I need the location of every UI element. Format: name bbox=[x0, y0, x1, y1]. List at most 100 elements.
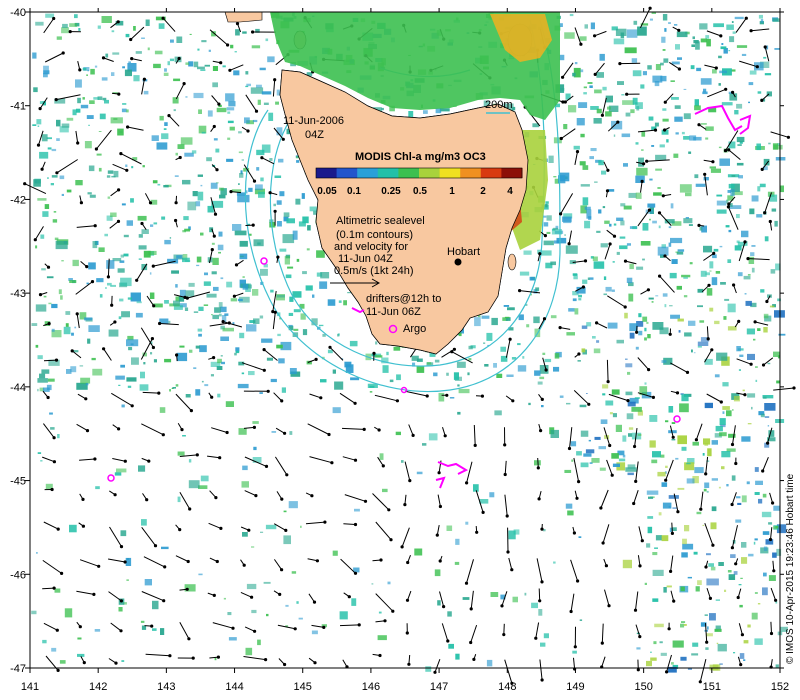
chlorophyll-patch bbox=[661, 482, 668, 487]
velocity-arrow-head bbox=[180, 428, 184, 432]
chlorophyll-patch bbox=[395, 431, 401, 436]
velocity-arrow-head bbox=[577, 352, 581, 356]
chlorophyll-patch bbox=[293, 309, 301, 313]
velocity-arrow-head bbox=[313, 661, 317, 665]
chlorophyll-patch bbox=[253, 318, 260, 324]
chlorophyll-patch bbox=[626, 413, 634, 420]
chlorophyll-patch bbox=[568, 308, 575, 312]
chlorophyll-patch bbox=[749, 208, 755, 215]
chlorophyll-patch bbox=[722, 406, 730, 410]
velocity-arrow-head bbox=[33, 238, 37, 242]
chlorophyll-patch bbox=[118, 316, 122, 320]
chlorophyll-patch bbox=[573, 273, 578, 280]
chlorophyll-patch bbox=[754, 638, 763, 645]
velocity-arrow-head bbox=[280, 568, 284, 572]
chlorophyll-patch bbox=[558, 172, 570, 182]
chlorophyll-patch bbox=[311, 630, 318, 635]
chlorophyll-patch bbox=[169, 389, 171, 392]
chlorophyll-patch bbox=[296, 258, 300, 262]
chlorophyll-patch bbox=[187, 201, 197, 211]
chlorophyll-patch bbox=[120, 277, 132, 287]
velocity-arrow-head bbox=[94, 147, 98, 151]
chlorophyll-patch bbox=[37, 198, 47, 201]
chlorophyll-patch bbox=[729, 36, 735, 43]
chlorophyll-patch bbox=[94, 629, 101, 632]
velocity-arrow-head bbox=[605, 189, 610, 193]
chlorophyll-patch bbox=[774, 220, 778, 227]
velocity-arrow-head bbox=[52, 460, 57, 464]
chlorophyll-patch bbox=[764, 73, 772, 76]
velocity-arrow-head bbox=[538, 252, 542, 256]
velocity-arrow-head bbox=[262, 348, 266, 352]
chlorophyll-patch bbox=[236, 192, 246, 196]
chlorophyll-patch bbox=[683, 113, 691, 120]
chlorophyll-patch bbox=[635, 142, 639, 145]
chlorophyll-patch bbox=[763, 572, 767, 577]
chlorophyll-patch bbox=[594, 89, 602, 94]
chlorophyll-patch bbox=[257, 99, 261, 105]
chlorophyll-patch bbox=[577, 360, 581, 362]
chlorophyll-patch bbox=[230, 44, 234, 49]
chlorophyll-patch bbox=[605, 400, 614, 406]
chlorophyll-patch bbox=[227, 111, 231, 114]
chlorophyll-patch bbox=[201, 40, 207, 43]
chlorophyll-patch bbox=[563, 124, 568, 130]
velocity-arrow-head bbox=[774, 598, 778, 602]
chlorophyll-patch bbox=[63, 326, 71, 335]
colorbar-tick-label: 2 bbox=[480, 186, 486, 197]
chlorophyll-patch bbox=[246, 324, 257, 332]
chlorophyll-patch bbox=[731, 475, 736, 481]
velocity-arrow-head bbox=[667, 627, 671, 631]
chlorophyll-patch bbox=[624, 312, 628, 319]
chlorophyll-patch bbox=[580, 462, 589, 468]
chlorophyll-patch bbox=[666, 585, 672, 588]
chlorophyll-patch bbox=[631, 406, 642, 412]
chlorophyll-patch bbox=[617, 81, 624, 85]
chlorophyll-patch bbox=[375, 355, 383, 358]
velocity-arrow-head bbox=[464, 581, 469, 585]
velocity-arrow-head bbox=[651, 395, 656, 399]
chlorophyll-patch bbox=[736, 214, 740, 219]
chlorophyll-patch bbox=[715, 599, 720, 601]
chlorophyll-patch bbox=[246, 83, 251, 87]
chlorophyll-patch bbox=[483, 342, 486, 344]
chlorophyll-patch bbox=[320, 272, 330, 279]
chlorophyll-patch bbox=[705, 647, 709, 650]
chlorophyll-patch bbox=[159, 407, 166, 413]
velocity-arrow-head bbox=[268, 191, 272, 195]
chlorophyll-patch bbox=[620, 32, 625, 39]
chlorophyll-patch bbox=[638, 157, 644, 167]
chlorophyll-patch bbox=[123, 253, 129, 257]
chlorophyll-patch bbox=[620, 203, 626, 207]
chlorophyll-patch bbox=[203, 281, 211, 286]
velocity-arrow-head bbox=[280, 497, 284, 501]
chlorophyll-patch bbox=[754, 492, 760, 495]
chlorophyll-patch bbox=[491, 317, 498, 326]
chlorophyll-patch bbox=[662, 14, 668, 21]
chlorophyll-patch bbox=[33, 179, 41, 187]
chlorophyll-patch bbox=[82, 97, 85, 100]
chlorophyll-patch bbox=[650, 657, 657, 661]
chlorophyll-patch bbox=[657, 187, 661, 189]
chlorophyll-patch bbox=[711, 506, 717, 512]
chlorophyll-patch bbox=[274, 175, 282, 178]
chlorophyll-patch bbox=[177, 451, 185, 456]
chlorophyll-patch bbox=[683, 218, 693, 224]
chlorophyll-patch bbox=[465, 521, 469, 525]
chlorophyll-patch bbox=[185, 62, 190, 65]
chlorophyll-patch bbox=[579, 619, 583, 621]
chlorophyll-patch bbox=[117, 128, 124, 136]
chlorophyll-patch bbox=[175, 384, 179, 387]
chlorophyll-patch bbox=[213, 286, 219, 291]
chlorophyll-patch bbox=[126, 220, 133, 226]
velocity-arrow-head bbox=[54, 358, 59, 362]
chlorophyll-patch bbox=[623, 163, 628, 167]
velocity-arrow-head bbox=[174, 218, 178, 223]
chlorophyll-patch bbox=[663, 58, 669, 63]
chlorophyll-patch bbox=[694, 105, 701, 111]
velocity-arrow-head bbox=[480, 394, 484, 398]
chlorophyll-patch bbox=[237, 383, 249, 389]
chlorophyll-patch bbox=[198, 573, 203, 576]
chlorophyll-patch bbox=[351, 598, 357, 606]
velocity-arrow-head bbox=[442, 605, 446, 609]
